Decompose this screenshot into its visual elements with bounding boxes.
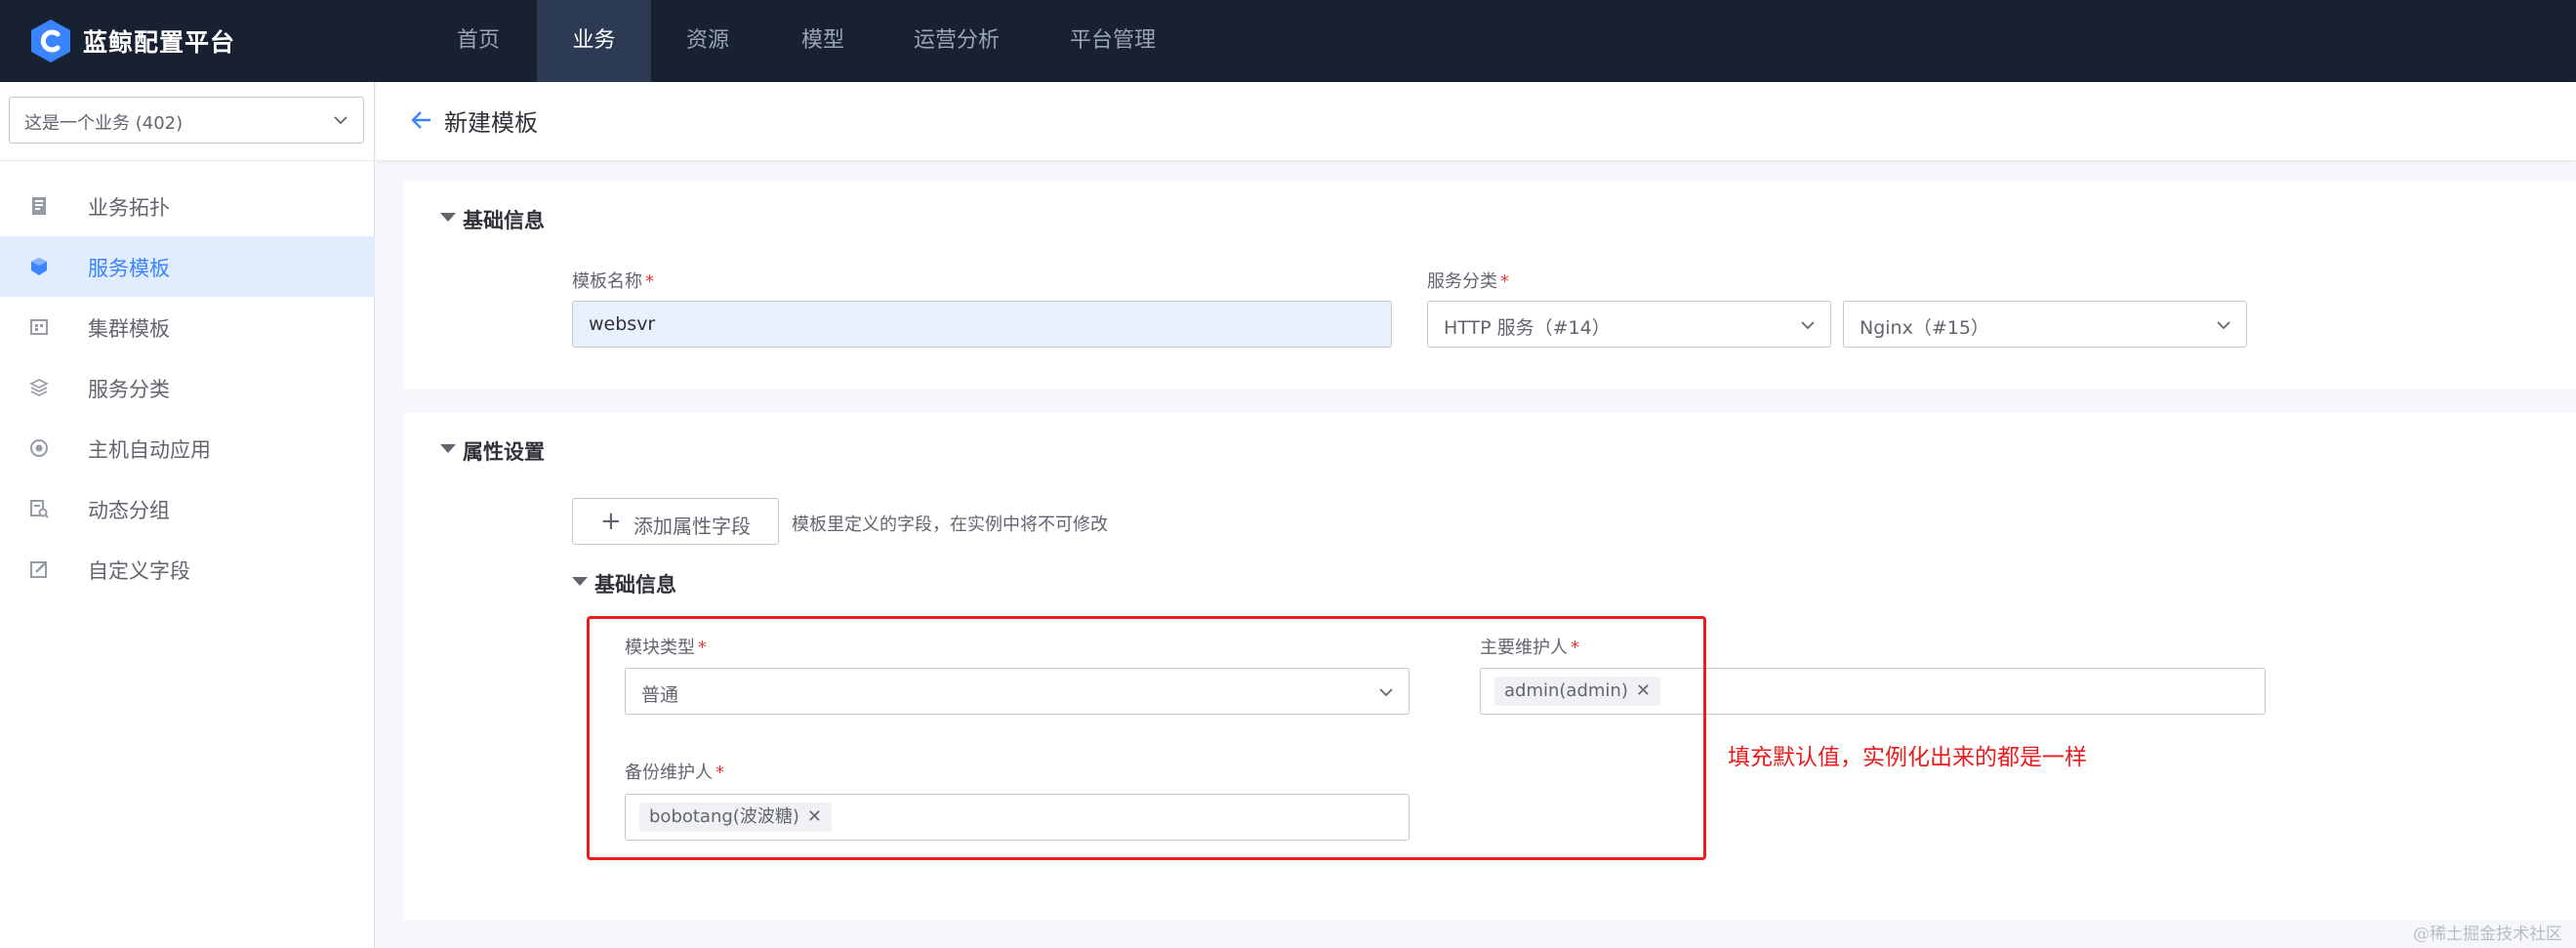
caret-down-icon[interactable] [440,213,456,222]
dynamic-group-icon [30,500,49,518]
add-attribute-button[interactable]: + 添加属性字段 [572,498,779,545]
sidebar: 这是一个业务 (402) 业务拓扑 服务模板 集群模板 服务分类 主机自动应用 … [0,82,375,948]
sidebar-item-dynamic-group[interactable]: 动态分组 [0,478,375,539]
sidebar-item-label: 动态分组 [88,499,170,522]
sidebar-divider [0,160,375,161]
chevron-down-icon [1801,321,1815,330]
caret-down-icon[interactable] [440,444,456,453]
nav-resource[interactable]: 资源 [659,0,756,82]
sidebar-item-cluster-template[interactable]: 集群模板 [0,297,375,357]
sidebar-item-host-auto-apply[interactable]: 主机自动应用 [0,418,375,478]
watermark: @稀土掘金技术社区 [2413,925,2562,944]
sidebar-item-topology[interactable]: 业务拓扑 [0,176,375,236]
service-category-secondary-select[interactable]: Nginx（#15） [1843,301,2247,348]
cube-icon [31,258,47,275]
sidebar-item-label: 自定义字段 [88,559,190,583]
section-title-basic: 基础信息 [463,209,545,232]
brand-name: 蓝鲸配置平台 [83,28,236,57]
topology-icon [32,197,46,215]
service-category-primary-select[interactable]: HTTP 服务（#14） [1427,301,1831,348]
nav-analytics[interactable]: 运营分析 [898,0,1015,82]
sidebar-item-label: 业务拓扑 [88,196,170,220]
nav-model[interactable]: 模型 [774,0,872,82]
logo-icon [31,20,70,62]
chevron-down-icon [334,116,348,125]
template-name-input[interactable]: websvr [572,301,1392,348]
sidebar-item-service-template[interactable]: 服务模板 [0,236,375,297]
template-name-value: websvr [589,313,656,335]
sidebar-item-label: 主机自动应用 [88,438,211,462]
select-value: Nginx（#15） [1860,317,1989,339]
add-attribute-hint: 模板里定义的字段，在实例中将不可修改 [792,515,1108,535]
auto-apply-icon [30,439,48,457]
sidebar-item-custom-field[interactable]: 自定义字段 [0,539,375,599]
nav-platform[interactable]: 平台管理 [1054,0,1171,82]
top-navbar: 蓝鲸配置平台 首页 业务 资源 模型 运营分析 平台管理 [0,0,2576,82]
group-title-basic: 基础信息 [594,573,676,597]
business-select[interactable]: 这是一个业务 (402) [9,97,364,144]
service-category-label: 服务分类 * [1427,271,1509,292]
chevron-down-icon [2217,321,2230,330]
business-select-value: 这是一个业务 (402) [24,113,184,134]
sidebar-item-label: 集群模板 [88,317,170,341]
template-name-label: 模板名称 * [572,271,654,292]
select-value: HTTP 服务（#14） [1444,317,1611,339]
section-title-attributes: 属性设置 [463,440,545,464]
sidebar-item-label: 服务分类 [88,378,170,401]
arrow-left-icon[interactable] [409,107,434,133]
edit-icon [30,561,47,578]
annotation-highlight-box [587,616,1706,860]
caret-down-icon[interactable] [572,577,588,586]
annotation-text: 填充默认值，实例化出来的都是一样 [1728,745,2087,770]
plus-icon: + [600,507,622,536]
sidebar-item-service-category[interactable]: 服务分类 [0,357,375,418]
page-header: 新建模板 [376,82,2576,160]
cluster-icon [30,319,48,335]
sidebar-item-label: 服务模板 [88,257,170,280]
layers-icon [29,379,49,396]
nav-home[interactable]: 首页 [429,0,527,82]
add-attribute-label: 添加属性字段 [634,515,751,538]
nav-business[interactable]: 业务 [537,0,651,82]
page-title: 新建模板 [444,109,538,137]
